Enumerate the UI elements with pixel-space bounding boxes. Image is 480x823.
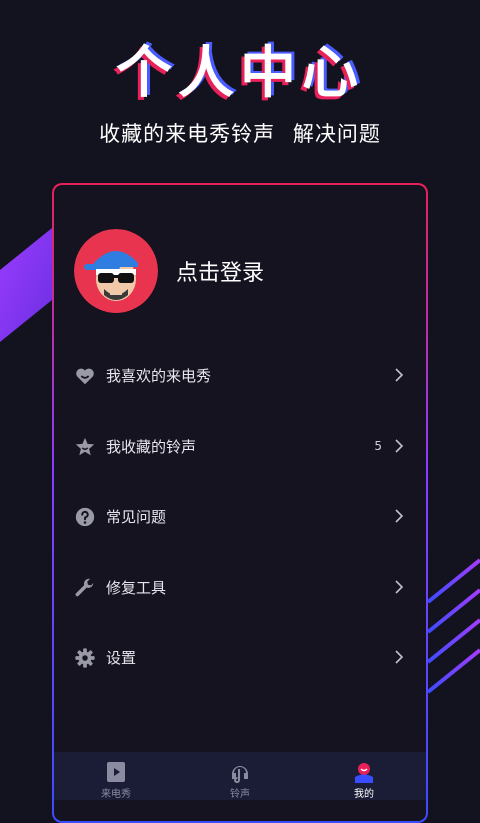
- wrench-icon: [75, 578, 94, 596]
- page-subtitle: 收藏的来电秀铃声 解决问题: [99, 122, 381, 146]
- chevron-right-icon: [395, 368, 404, 382]
- heart-icon: [76, 368, 94, 385]
- chevron-right-icon: [395, 579, 404, 594]
- video-icon: [107, 762, 125, 782]
- tab-mine[interactable]: 我的: [302, 752, 426, 800]
- menu-item-label: 我收藏的铃声: [106, 437, 197, 456]
- tab-call-show[interactable]: 来电秀: [54, 752, 178, 800]
- favorite-ringtones-count: 5: [374, 438, 382, 453]
- menu-item-settings[interactable]: 设置: [54, 623, 426, 694]
- menu-item-label: 常见问题: [106, 508, 167, 526]
- chevron-right-icon: [395, 650, 404, 664]
- avatar[interactable]: [74, 229, 158, 313]
- tab-label: 来电秀: [101, 789, 131, 800]
- profile-icon: [355, 763, 373, 783]
- menu-item-faq[interactable]: 常见问题: [54, 482, 426, 553]
- tab-label: 铃声: [230, 789, 250, 800]
- menu-item-label: 设置: [106, 649, 137, 667]
- menu-item-label: 修复工具: [106, 578, 167, 597]
- gear-icon: [75, 648, 95, 668]
- menu-item-favorite-ringtones[interactable]: 我收藏的铃声 5: [54, 412, 426, 483]
- chevron-right-icon: [395, 438, 404, 453]
- menu-list: 我喜欢的来电秀 我收藏的铃声 5 常见问题 修复工具 设置: [54, 341, 426, 694]
- tab-label: 我的: [354, 789, 374, 800]
- login-row[interactable]: 点击登录: [74, 229, 414, 313]
- page-title: 个人中心: [116, 41, 364, 106]
- menu-item-repair-tool[interactable]: 修复工具: [54, 553, 426, 624]
- menu-item-label: 我喜欢的来电秀: [106, 367, 212, 385]
- chevron-right-icon: [395, 509, 404, 523]
- login-label[interactable]: 点击登录: [176, 255, 264, 287]
- profile-card: 点击登录 我喜欢的来电秀 我收藏的铃声 5 常见问题 修复工具 设置: [52, 183, 428, 823]
- star-icon: [75, 437, 95, 455]
- music-icon: [232, 766, 248, 784]
- menu-item-favorite-shows[interactable]: 我喜欢的来电秀: [54, 341, 426, 412]
- avatar-illustration: [74, 229, 158, 313]
- bottom-tab-bar: 来电秀 铃声 我的: [54, 752, 426, 800]
- question-icon: [75, 507, 95, 527]
- tab-ringtones[interactable]: 铃声: [178, 752, 302, 800]
